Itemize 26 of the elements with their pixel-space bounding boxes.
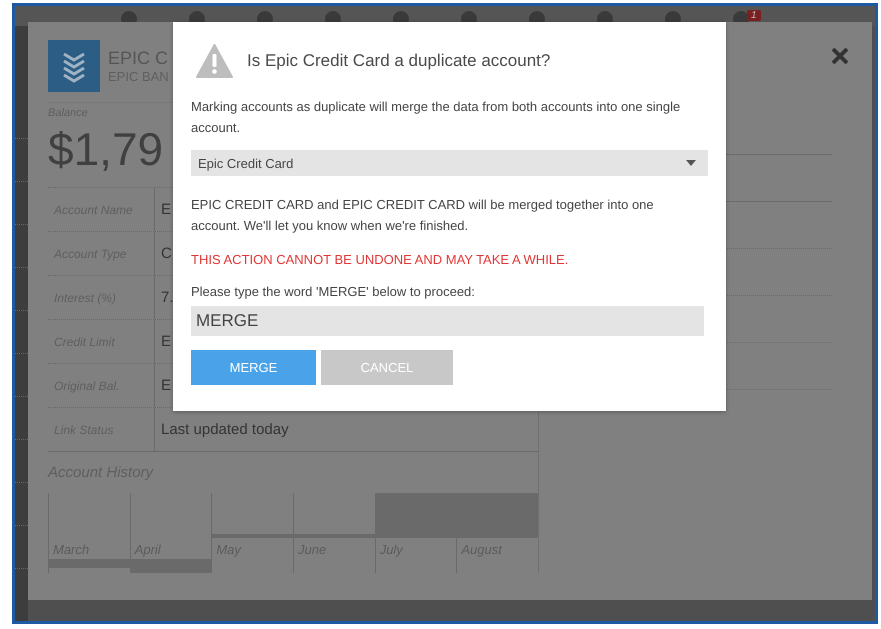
toolbar-icon[interactable] <box>256 10 274 24</box>
dialog-title: Is Epic Credit Card a duplicate account? <box>247 51 550 71</box>
field-value: E <box>160 201 172 218</box>
field-value: E <box>160 333 172 350</box>
confirm-input[interactable]: MERGE <box>191 306 704 336</box>
merge-notice: EPIC CREDIT CARD and EPIC CREDIT CARD will be merged together into one account. We'll let you know when we're finished. <box>191 196 655 235</box>
toolbar-icon[interactable] <box>188 10 206 24</box>
toolbar-icon[interactable] <box>324 10 342 24</box>
toolbar-icon[interactable] <box>460 10 478 24</box>
warning-text: THIS ACTION CANNOT BE UNDONE AND MAY TAKE A WHILE. <box>191 252 570 267</box>
caret-icon <box>686 160 696 166</box>
bank-logo-icon <box>48 40 100 92</box>
notification-badge: 1 <box>747 10 761 21</box>
field-value: C <box>160 245 172 262</box>
merge-prompt: Please type the word 'MERGE' below to proceed: <box>191 283 476 301</box>
dropdown-value: Epic Credit Card <box>198 156 294 170</box>
field-value: E <box>160 377 172 394</box>
toolbar-icon[interactable] <box>664 10 682 24</box>
account-dropdown[interactable]: Epic Credit Card <box>191 150 708 176</box>
toolbar-icon[interactable] <box>392 10 410 24</box>
toolbar-icon[interactable] <box>528 10 546 24</box>
field-value: Last updated today <box>160 421 289 438</box>
close-icon <box>830 46 850 66</box>
field-value: 7. <box>160 289 174 306</box>
toolbar-icon[interactable] <box>596 10 614 24</box>
warning-icon <box>196 44 233 78</box>
